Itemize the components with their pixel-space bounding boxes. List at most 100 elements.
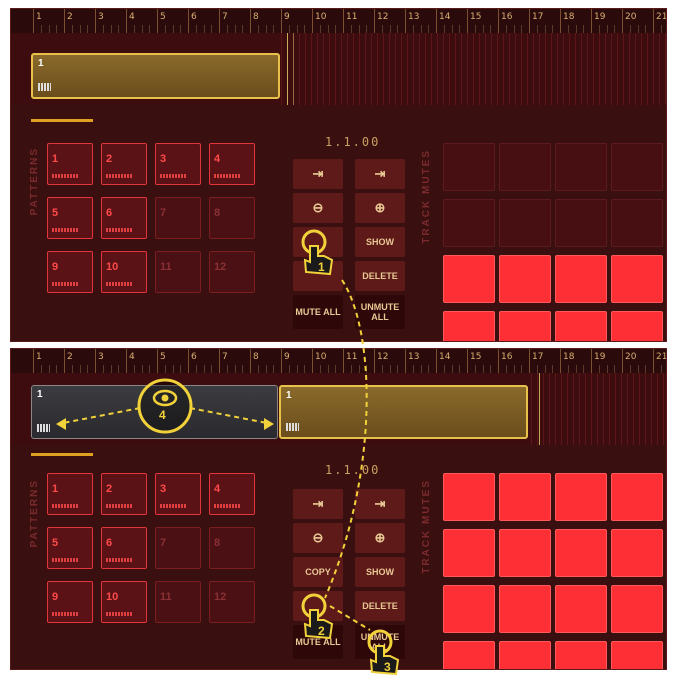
ruler-subtick	[552, 25, 554, 33]
track-mute-pad[interactable]	[499, 255, 551, 303]
pad-number: 10	[106, 261, 119, 273]
pattern-clip[interactable]: 1	[31, 53, 280, 99]
pattern-pad-3[interactable]: 3	[155, 143, 201, 185]
track-mute-pad[interactable]	[443, 529, 495, 577]
pattern-pad-3[interactable]: 3	[155, 473, 201, 515]
move-left-button[interactable]: ⇥	[293, 159, 343, 189]
track-mute-pad[interactable]	[555, 585, 607, 633]
show-button[interactable]: SHOW	[355, 227, 405, 257]
zoom-in-button[interactable]: ⊕	[355, 523, 405, 553]
pad-number: 3	[160, 153, 167, 165]
pattern-pad-6[interactable]: 6	[101, 527, 147, 569]
track-mute-pad[interactable]	[611, 473, 663, 521]
pattern-pad-2[interactable]: 2	[101, 143, 147, 185]
ruler-tick	[374, 9, 375, 33]
pattern-pad-4[interactable]: 4	[209, 473, 255, 515]
track-mute-pad[interactable]	[443, 473, 495, 521]
track-mute-pad[interactable]	[611, 199, 663, 247]
track-mute-pad[interactable]	[443, 585, 495, 633]
pattern-pad-7[interactable]: 7	[155, 197, 201, 239]
move-left-button[interactable]: ⇥	[293, 489, 343, 519]
ruler-subtick	[552, 365, 554, 373]
show-button[interactable]: SHOW	[355, 557, 405, 587]
track-mute-pad[interactable]	[555, 199, 607, 247]
ruler-subtick	[381, 25, 383, 33]
track-mute-pad[interactable]	[443, 641, 495, 669]
track-mute-pad[interactable]	[611, 143, 663, 191]
pattern-pad-8[interactable]: 8	[209, 527, 255, 569]
track-mute-pad[interactable]	[611, 585, 663, 633]
track-mute-pad[interactable]	[499, 143, 551, 191]
timeline-ruler[interactable]: 1 2 3 4 5 6 7 8 9 10 11 12 13 14 15 16 17 18 19 20 21	[11, 9, 666, 33]
track-mute-pad[interactable]	[499, 585, 551, 633]
pattern-steps-icon	[106, 558, 132, 562]
pad-number: 8	[214, 207, 221, 219]
track-mute-pad[interactable]	[611, 311, 663, 341]
track-mute-pad[interactable]	[611, 641, 663, 669]
pattern-pad-12[interactable]: 12	[209, 251, 255, 293]
pattern-pad-10[interactable]: 10	[101, 251, 147, 293]
pattern-pad-12[interactable]: 12	[209, 581, 255, 623]
pattern-pad-9[interactable]: 9	[47, 251, 93, 293]
delete-button[interactable]: DELETE	[355, 591, 405, 621]
ruler-subtick	[110, 25, 112, 33]
pattern-clip-original[interactable]: 1	[31, 385, 278, 439]
pattern-pad-11[interactable]: 11	[155, 581, 201, 623]
pattern-pad-9[interactable]: 9	[47, 581, 93, 623]
copy-button[interactable]: COPY	[293, 557, 343, 587]
track-mute-pad[interactable]	[555, 311, 607, 341]
pattern-pad-5[interactable]: 5	[47, 527, 93, 569]
pad-number: 3	[160, 483, 167, 495]
track-mute-pad[interactable]	[499, 529, 551, 577]
arrangement-timeline[interactable]: 1 1	[11, 373, 666, 445]
track-mute-pad[interactable]	[443, 311, 495, 341]
ruler-subtick	[56, 25, 58, 33]
track-mute-pad[interactable]	[499, 641, 551, 669]
pattern-clip-copy[interactable]: 1	[279, 385, 528, 439]
ruler-subtick	[87, 365, 89, 373]
pattern-pad-7[interactable]: 7	[155, 527, 201, 569]
track-mute-pad[interactable]	[555, 529, 607, 577]
pattern-pad-8[interactable]: 8	[209, 197, 255, 239]
ruler-subtick	[172, 25, 174, 33]
delete-button[interactable]: DELETE	[355, 261, 405, 291]
track-mute-pad[interactable]	[499, 199, 551, 247]
track-mute-pad[interactable]	[443, 255, 495, 303]
zoom-out-button[interactable]: ⊖	[293, 523, 343, 553]
unmute-all-button[interactable]: UNMUTE ALL	[355, 295, 405, 329]
pattern-pad-2[interactable]: 2	[101, 473, 147, 515]
pattern-pad-4[interactable]: 4	[209, 143, 255, 185]
tap-gesture-2: 2	[296, 592, 346, 646]
ruler-tick	[529, 9, 530, 33]
timeline-ruler[interactable]: 1 2 3 4 5 6 7 8 9 10 11 12 13 14 15 16 17 18 19 20 21	[11, 349, 666, 373]
track-mute-pad[interactable]	[611, 255, 663, 303]
pattern-pad-10[interactable]: 10	[101, 581, 147, 623]
pattern-pad-1[interactable]: 1	[47, 143, 93, 185]
track-mute-pad[interactable]	[499, 473, 551, 521]
ruler-subtick	[366, 25, 368, 33]
track-mute-pad[interactable]	[443, 143, 495, 191]
zoom-out-button[interactable]: ⊖	[293, 193, 343, 223]
track-mute-pad[interactable]	[555, 641, 607, 669]
track-mute-pad[interactable]	[555, 255, 607, 303]
track-mute-pad[interactable]	[555, 473, 607, 521]
pattern-pad-6[interactable]: 6	[101, 197, 147, 239]
track-mute-pad[interactable]	[443, 199, 495, 247]
ruler-subtick	[87, 25, 89, 33]
ruler-subtick	[40, 25, 42, 33]
zoom-in-button[interactable]: ⊕	[355, 193, 405, 223]
move-right-button[interactable]: ⇥	[355, 489, 405, 519]
track-mute-pad[interactable]	[611, 529, 663, 577]
move-right-button[interactable]: ⇥	[355, 159, 405, 189]
track-mute-pad[interactable]	[555, 143, 607, 191]
arrangement-timeline[interactable]: 1	[11, 33, 666, 105]
pattern-pad-11[interactable]: 11	[155, 251, 201, 293]
pattern-pad-1[interactable]: 1	[47, 473, 93, 515]
pattern-steps-icon	[106, 228, 132, 232]
ruler-subtick	[195, 25, 197, 33]
mute-all-button[interactable]: MUTE ALL	[293, 295, 343, 329]
ruler-subtick	[645, 25, 647, 33]
pattern-steps-icon	[106, 612, 132, 616]
track-mute-pad[interactable]	[499, 311, 551, 341]
pattern-pad-5[interactable]: 5	[47, 197, 93, 239]
